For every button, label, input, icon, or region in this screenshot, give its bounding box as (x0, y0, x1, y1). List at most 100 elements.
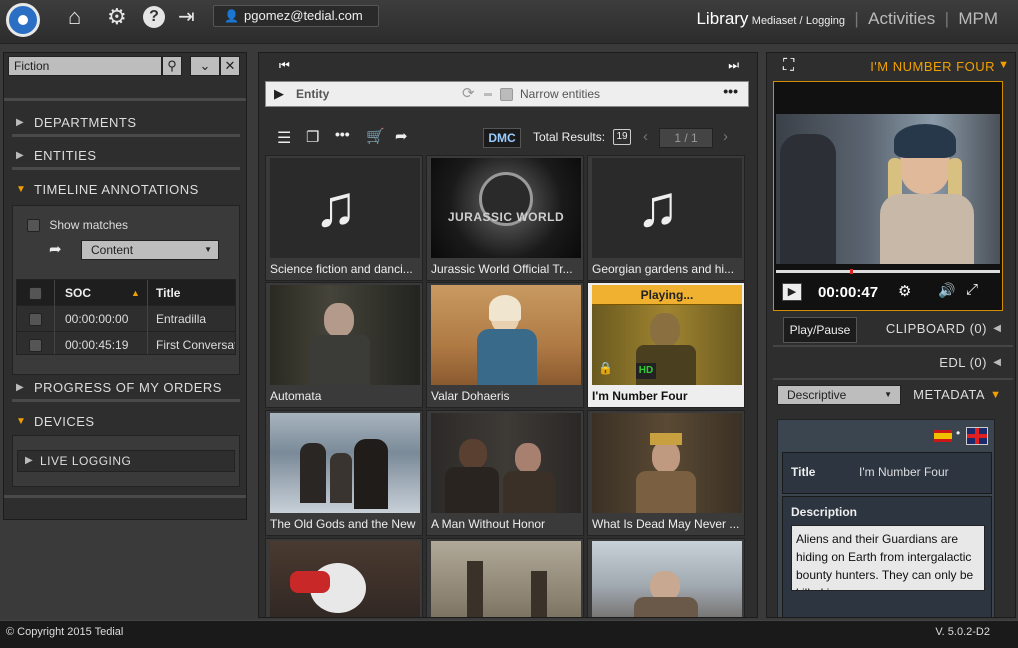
section-devices[interactable]: ▼ DEVICES (12, 410, 240, 436)
prev-page-icon[interactable]: ‹ (643, 128, 648, 145)
nav-library[interactable]: Library (696, 9, 748, 28)
metadata-title-value[interactable]: I'm Number Four (859, 465, 949, 479)
playhead[interactable] (850, 269, 853, 274)
play-icon[interactable]: ▶ (274, 82, 284, 106)
result-tile[interactable]: Automata (265, 282, 423, 408)
column-header-soc[interactable]: SOC (65, 280, 91, 306)
section-timeline-annotations[interactable]: ▼ TIMELINE ANNOTATIONS (12, 178, 240, 204)
caret-down-icon: ▼ (16, 184, 27, 195)
thumbnail (431, 285, 581, 385)
caret-down-icon[interactable]: ▼ (990, 389, 1001, 401)
nav-mpm[interactable]: MPM (958, 9, 998, 28)
video-scrubber[interactable] (776, 269, 1000, 274)
copy-icon[interactable]: ❐ (306, 128, 319, 146)
more-icon[interactable]: ••• (335, 126, 350, 142)
music-note-icon: ♫ (636, 174, 680, 239)
section-label: TIMELINE ANNOTATIONS (34, 182, 199, 197)
help-icon[interactable]: ? (143, 6, 165, 28)
nav-activities[interactable]: Activities (868, 9, 935, 28)
last-page-icon[interactable]: ⏭ (728, 58, 739, 73)
nav-logging[interactable]: Logging (806, 15, 845, 27)
column-header-title[interactable]: Title (147, 280, 235, 306)
close-icon[interactable]: ✕ (220, 56, 240, 76)
figure-shape (467, 561, 483, 617)
section-label: ENTITIES (34, 148, 97, 163)
result-tile[interactable]: ♫ Georgian gardens and hi... (587, 155, 745, 281)
caret-left-icon[interactable]: ◀ (993, 357, 1001, 368)
table-row[interactable]: 00:00:45:19 First Conversati (17, 332, 235, 354)
sort-asc-icon[interactable]: ▲ (131, 280, 140, 306)
descriptive-select[interactable]: Descriptive ▼ (777, 385, 901, 405)
result-tile[interactable]: A Man Without Honor (426, 410, 584, 536)
person-body-shape (310, 335, 370, 385)
play-pause-tooltip: Play/Pause (783, 317, 857, 343)
entity-label[interactable]: Entity (296, 82, 329, 106)
search-input[interactable]: Fiction (8, 56, 162, 76)
narrow-entities-checkbox[interactable] (500, 88, 513, 101)
tedial-logo[interactable] (6, 3, 40, 37)
result-tile[interactable]: Valar Dohaeris (426, 282, 584, 408)
search-area: Fiction ⚲ ⌄ ✕ (4, 53, 246, 101)
metadata-description-value[interactable]: Aliens and their Guardians are hiding on… (791, 525, 985, 591)
result-tile[interactable]: What Is Dead May Never ... (587, 410, 745, 536)
list-view-icon[interactable]: ☰ (277, 128, 291, 148)
language-row: • (782, 422, 992, 450)
lock-icon: 🔒 (598, 361, 613, 375)
result-tile[interactable]: ♫ Science fiction and danci... (265, 155, 423, 281)
search-icon[interactable]: ⚲ (162, 56, 182, 76)
edl-section[interactable]: EDL (0) (939, 355, 987, 370)
thumbnail: ♫ (270, 158, 420, 258)
refresh-icon[interactable]: ⟳ (462, 82, 475, 106)
result-tile[interactable] (265, 538, 423, 617)
spanish-flag-icon[interactable] (934, 430, 952, 442)
fullscreen-icon[interactable]: ⛶ (783, 57, 794, 75)
figure-shape (531, 571, 547, 617)
user-icon: 👤 (224, 9, 239, 23)
total-results-label: Total Results: (533, 130, 606, 144)
user-account-box[interactable]: 👤 pgomez@tedial.com (213, 5, 379, 27)
expand-icon[interactable]: ⤢ (966, 281, 978, 298)
volume-icon[interactable]: 🔊 (938, 282, 955, 299)
dmc-button[interactable]: DMC (483, 128, 521, 148)
section-departments[interactable]: ▶ DEPARTMENTS (12, 111, 240, 137)
more-options-icon[interactable]: ••• (723, 79, 738, 103)
table-row[interactable]: 00:00:00:00 Entradilla (17, 306, 235, 332)
show-matches-checkbox[interactable] (27, 219, 40, 233)
first-page-icon[interactable]: ⏮ (279, 58, 290, 73)
clipboard-section[interactable]: CLIPBOARD (0) (886, 321, 987, 336)
nav-mediaset[interactable]: Mediaset / (752, 15, 803, 27)
logout-icon[interactable]: ⇥ (178, 6, 195, 28)
caret-down-icon: ▼ (204, 245, 212, 254)
divider (773, 378, 1013, 380)
gear-icon[interactable]: ⚙ (107, 6, 127, 28)
metadata-section[interactable]: METADATA (913, 387, 985, 402)
section-progress-of-my-orders[interactable]: ▶ PROGRESS OF MY ORDERS (12, 376, 240, 402)
result-tile[interactable] (587, 538, 745, 617)
row-checkbox[interactable] (29, 339, 42, 353)
uk-flag-icon[interactable] (966, 427, 988, 445)
bullet-separator-icon: • (956, 426, 961, 440)
result-tile-selected[interactable]: Playing... 🔒 HD I'm Number Four (587, 282, 745, 408)
divider (4, 495, 246, 498)
show-matches-row[interactable]: Show matches (27, 218, 128, 233)
cart-icon[interactable]: 🛒 (366, 127, 385, 145)
content-select[interactable]: Content ▼ (81, 240, 219, 260)
section-label: DEVICES (34, 414, 95, 429)
row-checkbox[interactable] (29, 313, 42, 327)
home-icon[interactable]: ⌂ (68, 6, 81, 28)
result-tile[interactable] (426, 538, 584, 617)
share-icon[interactable]: ➦ (395, 127, 408, 145)
live-logging-button[interactable]: ▶ LIVE LOGGING (17, 450, 235, 472)
next-page-icon[interactable]: › (723, 128, 728, 145)
select-all-checkbox[interactable] (29, 287, 42, 301)
section-entities[interactable]: ▶ ENTITIES (12, 144, 240, 170)
play-button[interactable]: ▶ (782, 283, 802, 301)
result-tile[interactable]: JURASSIC WORLD Jurassic World Official T… (426, 155, 584, 281)
caret-down-icon[interactable]: ▼ (998, 59, 1009, 71)
gear-icon[interactable]: ⚙ (898, 282, 911, 300)
caret-left-icon[interactable]: ◀ (993, 323, 1001, 334)
video-frame[interactable] (776, 114, 1000, 264)
result-tile[interactable]: The Old Gods and the New (265, 410, 423, 536)
chevron-down-icon[interactable]: ⌄ (190, 56, 220, 76)
section-label: DEPARTMENTS (34, 115, 137, 130)
